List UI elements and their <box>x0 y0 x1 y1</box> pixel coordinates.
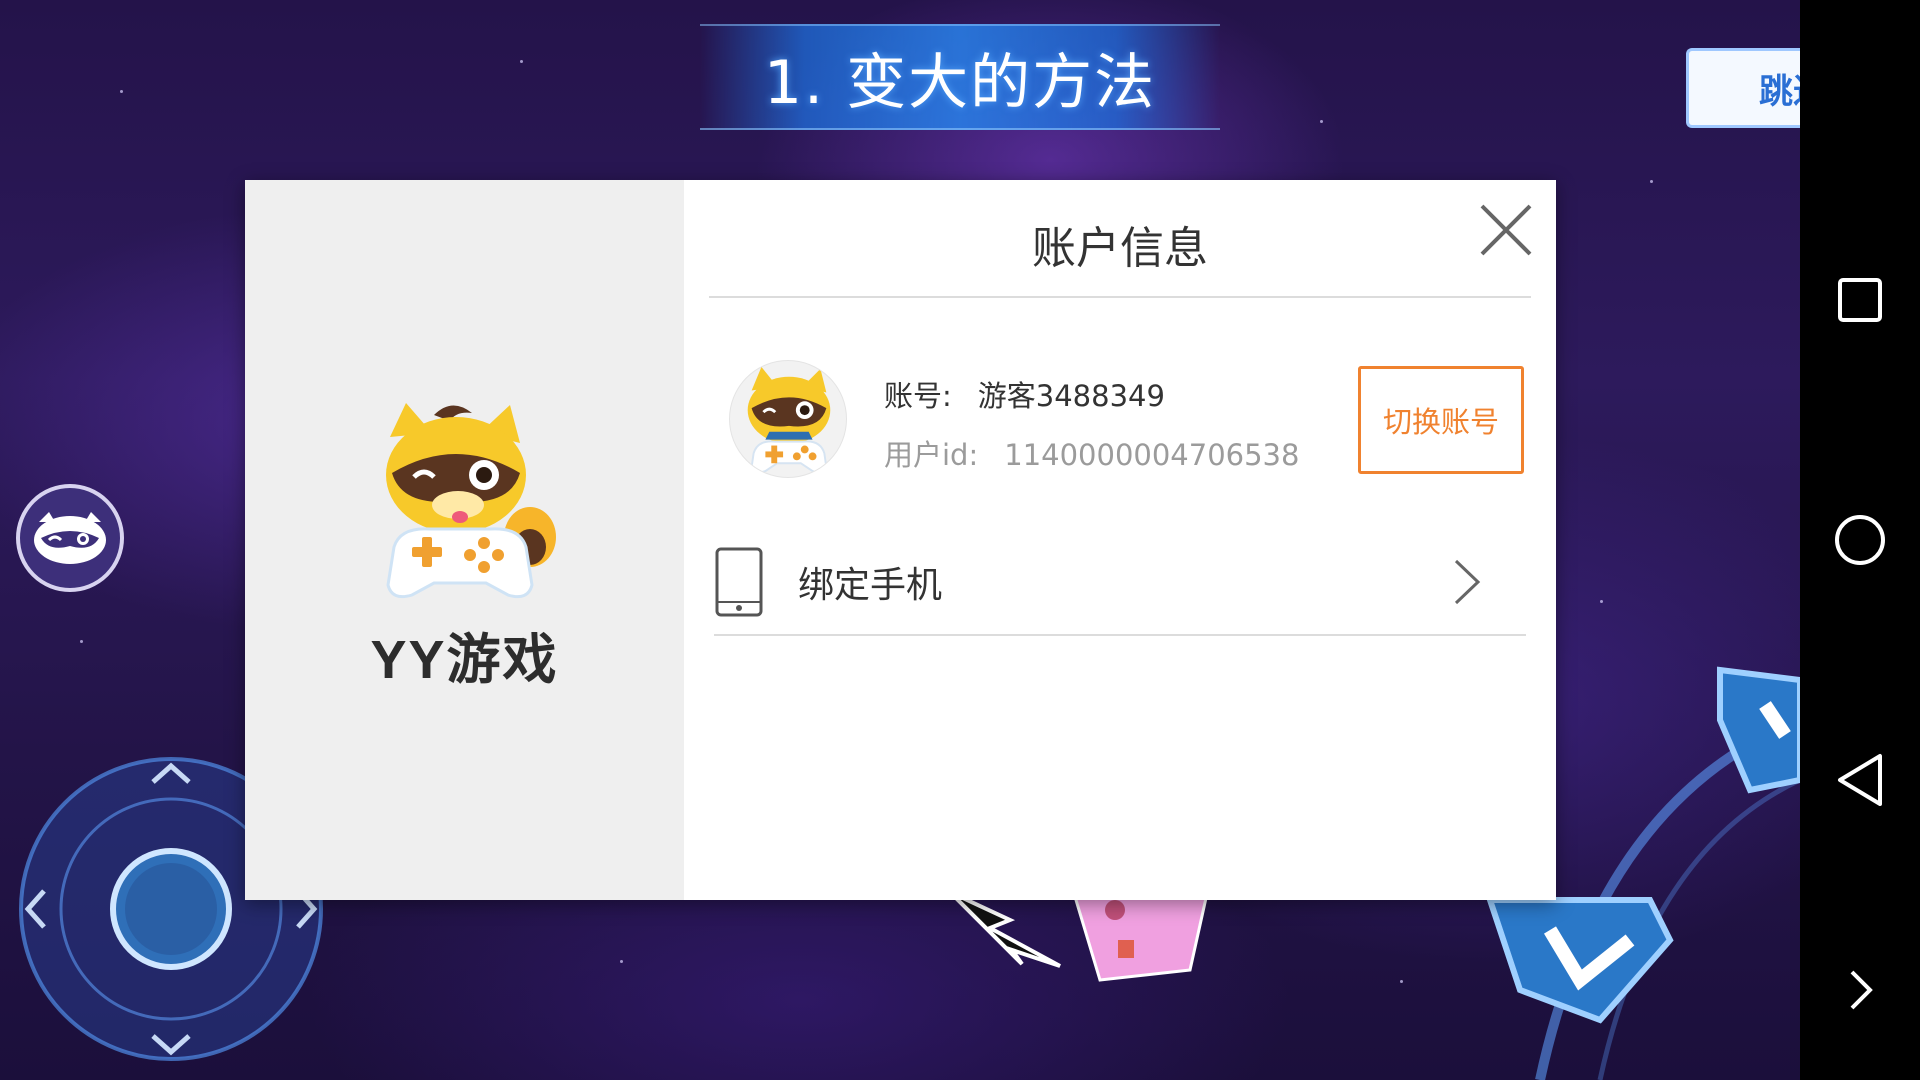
switch-account-button[interactable]: 切换账号 <box>1358 366 1524 474</box>
home-circle-icon[interactable] <box>1830 510 1890 570</box>
brand-panel: YY游戏 <box>245 180 684 900</box>
bind-phone-row[interactable]: 绑定手机 <box>714 530 1526 634</box>
skip-button[interactable]: 跳过 <box>1686 48 1800 128</box>
avatar <box>729 360 847 478</box>
mascot-mask-icon <box>34 512 106 564</box>
bind-row-divider <box>714 634 1526 636</box>
dialog-title: 账户信息 <box>1032 223 1208 274</box>
account-dialog: YY游戏 账户信息 账号: 游客3488349 用户id: 1140000004… <box>245 180 1556 900</box>
star <box>80 640 83 643</box>
brand-name: YY游戏 <box>370 629 559 690</box>
chevron-right-icon <box>1454 559 1481 605</box>
account-info-panel: 账户信息 账号: 游客3488349 用户id: 114000000470653… <box>684 180 1556 900</box>
star <box>1600 600 1603 603</box>
recent-apps-square-icon[interactable] <box>1830 270 1890 330</box>
userid-label: 用户id: <box>884 438 979 472</box>
star <box>120 90 123 93</box>
account-value: 游客3488349 <box>977 379 1165 413</box>
bind-phone-label: 绑定手机 <box>798 565 943 606</box>
more-chevron-right-icon[interactable] <box>1830 960 1890 1020</box>
close-icon[interactable] <box>1478 202 1534 258</box>
userid-value: 1140000004706538 <box>1004 438 1300 472</box>
floating-assistant-button[interactable] <box>16 484 124 592</box>
yy-mascot-logo <box>385 402 556 598</box>
level-title-banner: 1. 变大的方法 <box>700 24 1220 130</box>
star <box>1320 120 1323 123</box>
phone-icon <box>715 547 763 617</box>
star <box>620 960 623 963</box>
system-navigation-bar <box>1800 0 1920 1080</box>
star <box>1650 180 1653 183</box>
account-row: 账号: 游客3488349 <box>884 373 1165 415</box>
account-label: 账号: <box>884 379 952 413</box>
star <box>1400 980 1403 983</box>
avatar-mascot-icon <box>747 366 831 474</box>
star <box>520 60 523 63</box>
back-triangle-icon[interactable] <box>1830 750 1890 810</box>
attack-button[interactable] <box>1485 897 1674 1024</box>
userid-row: 用户id: 1140000004706538 <box>884 432 1299 474</box>
skill-button[interactable] <box>1717 666 1800 794</box>
title-divider <box>709 296 1531 298</box>
level-title: 1. 变大的方法 <box>763 47 1157 118</box>
